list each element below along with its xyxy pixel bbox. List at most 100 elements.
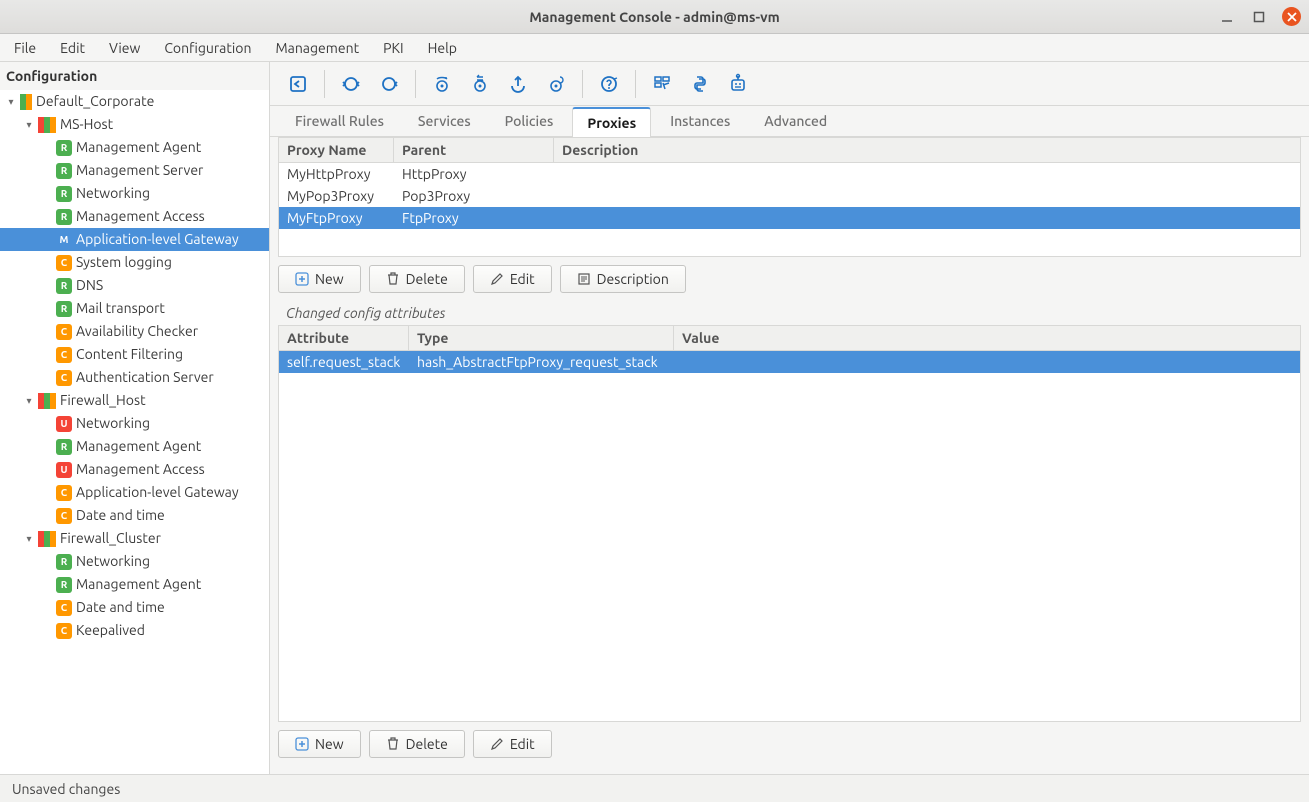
robot-icon[interactable] (720, 66, 756, 102)
tree-node[interactable]: ▸RManagement Agent (0, 136, 269, 159)
col-header-proxy-name[interactable]: Proxy Name (279, 138, 394, 162)
menu-view[interactable]: View (99, 36, 150, 60)
badge-R: R (56, 439, 72, 455)
new-attribute-button[interactable]: New (278, 730, 361, 758)
reload-icon[interactable] (371, 66, 407, 102)
form-icon[interactable] (644, 66, 680, 102)
tree-node[interactable]: ▸UManagement Access (0, 458, 269, 481)
table-row[interactable]: MyPop3ProxyPop3Proxy (279, 185, 1300, 207)
tree-node[interactable]: ▾ Firewall_Cluster (0, 527, 269, 550)
menu-pki[interactable]: PKI (373, 36, 413, 60)
tab-instances[interactable]: Instances (655, 106, 745, 136)
expand-arrow-icon[interactable]: ▾ (22, 394, 36, 408)
toolbar-separator (582, 70, 583, 98)
tab-advanced[interactable]: Advanced (749, 106, 842, 136)
badge-R: R (56, 278, 72, 294)
menu-file[interactable]: File (4, 36, 46, 60)
tree-node[interactable]: ▸RNetworking (0, 182, 269, 205)
tree-node[interactable]: ▸RManagement Agent (0, 573, 269, 596)
description-button[interactable]: Description (560, 265, 686, 293)
col-header-parent[interactable]: Parent (394, 138, 554, 162)
table-row[interactable]: self.request_stackhash_AbstractFtpProxy_… (279, 351, 1300, 373)
maximize-button[interactable] (1250, 8, 1268, 26)
refresh-icon[interactable] (333, 66, 369, 102)
tab-proxies[interactable]: Proxies (572, 107, 651, 137)
proxy-table[interactable]: Proxy Name Parent Description MyHttpProx… (278, 137, 1301, 257)
help-icon[interactable] (591, 66, 627, 102)
tab-services[interactable]: Services (403, 106, 486, 136)
tree-node[interactable]: ▸RNetworking (0, 550, 269, 573)
attribute-table[interactable]: Attribute Type Value self.request_stackh… (278, 325, 1301, 722)
cell-proxy-name: MyFtpProxy (279, 207, 394, 229)
menu-edit[interactable]: Edit (50, 36, 95, 60)
tree-node-label: Application-level Gateway (76, 481, 239, 504)
table-row[interactable]: MyHttpProxyHttpProxy (279, 163, 1300, 185)
tree-node[interactable]: ▸CContent Filtering (0, 343, 269, 366)
settings-swap-icon[interactable] (462, 66, 498, 102)
expand-arrow-icon[interactable]: ▾ (22, 118, 36, 132)
menu-management[interactable]: Management (265, 36, 369, 60)
tree-node[interactable]: ▸CSystem logging (0, 251, 269, 274)
col-header-description[interactable]: Description (554, 138, 1300, 162)
proxy-buttons: New Delete Edit Description (278, 257, 1301, 301)
tree-node-label: Firewall_Cluster (60, 527, 161, 550)
col-header-value[interactable]: Value (674, 326, 1300, 350)
settings-view-icon[interactable] (424, 66, 460, 102)
new-proxy-button[interactable]: New (278, 265, 361, 293)
content: Firewall RulesServicesPoliciesProxiesIns… (270, 62, 1309, 774)
toolbar (270, 62, 1309, 106)
tree-node[interactable]: ▸RManagement Server (0, 159, 269, 182)
table-row[interactable]: MyFtpProxyFtpProxy (279, 207, 1300, 229)
tree-node[interactable]: ▸CAvailability Checker (0, 320, 269, 343)
badge-M: M (56, 232, 72, 248)
tree-node[interactable]: ▸RManagement Access (0, 205, 269, 228)
col-header-type[interactable]: Type (409, 326, 674, 350)
tree-node[interactable]: ▸UNetworking (0, 412, 269, 435)
badge-U: U (56, 462, 72, 478)
tree-node[interactable]: ▸MApplication-level Gateway (0, 228, 269, 251)
toolbar-separator (635, 70, 636, 98)
tree-node[interactable]: ▾Firewall_Host (0, 389, 269, 412)
delete-attribute-button[interactable]: Delete (369, 730, 465, 758)
menu-configuration[interactable]: Configuration (154, 36, 261, 60)
button-label: Edit (510, 736, 535, 752)
edit-proxy-button[interactable]: Edit (473, 265, 552, 293)
python-icon[interactable] (682, 66, 718, 102)
tree-node[interactable]: ▸CKeepalived (0, 619, 269, 642)
config-tree[interactable]: ▾Default_Corporate▾MS-Host▸RManagement A… (0, 90, 269, 774)
tree-node[interactable]: ▾MS-Host (0, 113, 269, 136)
tree-node[interactable]: ▸CDate and time (0, 596, 269, 619)
edit-attribute-button[interactable]: Edit (473, 730, 552, 758)
menu-help[interactable]: Help (418, 36, 467, 60)
badge-U: U (56, 416, 72, 432)
col-header-attribute[interactable]: Attribute (279, 326, 409, 350)
tab-firewall-rules[interactable]: Firewall Rules (280, 106, 399, 136)
expand-arrow-icon[interactable]: ▾ (4, 95, 18, 109)
badge-C: C (56, 370, 72, 386)
tree-node-label: Application-level Gateway (76, 228, 239, 251)
sidebar-title: Configuration (0, 62, 269, 90)
expand-arrow-icon[interactable]: ▾ (22, 532, 36, 546)
button-label: Edit (510, 271, 535, 287)
button-label: Delete (406, 271, 448, 287)
badge-R: R (56, 163, 72, 179)
tree-node[interactable]: ▾Default_Corporate (0, 90, 269, 113)
tree-node[interactable]: ▸RManagement Agent (0, 435, 269, 458)
tree-node[interactable]: ▸RDNS (0, 274, 269, 297)
trash-icon (386, 272, 400, 286)
tree-node[interactable]: ▸RMail transport (0, 297, 269, 320)
delete-proxy-button[interactable]: Delete (369, 265, 465, 293)
host-icon (38, 117, 56, 133)
close-button[interactable] (1282, 7, 1301, 26)
tree-node[interactable]: ▸CAuthentication Server (0, 366, 269, 389)
tree-node[interactable]: ▸CDate and time (0, 504, 269, 527)
tab-policies[interactable]: Policies (490, 106, 569, 136)
back-icon[interactable] (280, 66, 316, 102)
upload-icon[interactable] (500, 66, 536, 102)
button-label: Description (597, 271, 669, 287)
settings-process-icon[interactable] (538, 66, 574, 102)
minimize-button[interactable] (1218, 8, 1236, 26)
tree-node[interactable]: ▸CApplication-level Gateway (0, 481, 269, 504)
titlebar: Management Console - admin@ms-vm (0, 0, 1309, 34)
cell-description (554, 163, 1300, 185)
